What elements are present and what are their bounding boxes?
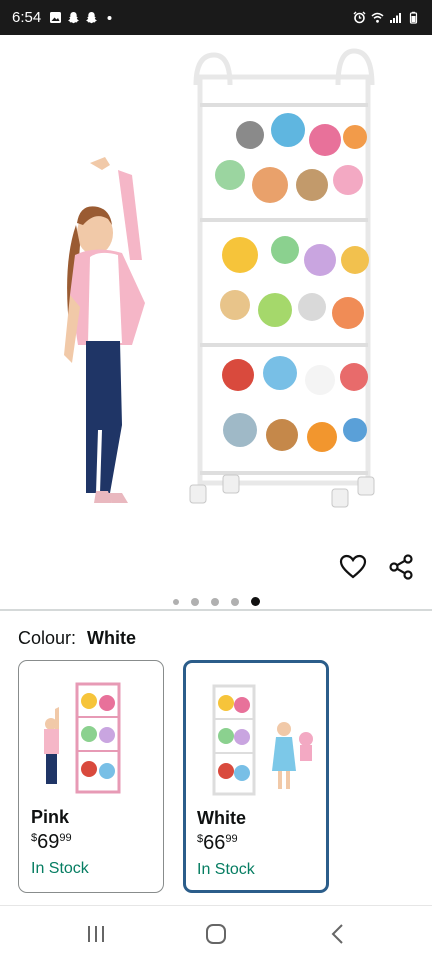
colour-selection-label: Colour: White <box>18 628 136 649</box>
carousel-dot[interactable] <box>191 597 199 606</box>
signal-icon <box>390 13 401 23</box>
status-time: 6:54 <box>12 9 42 26</box>
cart-wheels <box>189 474 375 508</box>
colour-selected-value: White <box>87 628 137 648</box>
status-bar: 6:54 <box>0 0 432 35</box>
share-icon[interactable] <box>387 553 415 581</box>
variation-price: $6999 <box>31 831 72 854</box>
snapchat-icon <box>68 12 80 24</box>
gallery-icon <box>50 12 62 23</box>
wifi-icon <box>371 12 384 23</box>
battery-icon <box>409 11 418 24</box>
section-divider <box>0 609 432 611</box>
variation-card-white[interactable]: White $6699 In Stock <box>183 660 329 893</box>
stock-status: In Stock <box>197 861 255 878</box>
recents-icon[interactable] <box>83 921 109 947</box>
girl-figure <box>272 722 313 789</box>
home-icon[interactable] <box>203 921 229 947</box>
status-icons-left <box>49 11 116 24</box>
pink-cart-thumbnail <box>44 682 121 794</box>
price-whole: 66 <box>203 832 226 854</box>
variation-card-pink[interactable]: Pink $6999 In Stock <box>18 660 164 893</box>
carousel-dot[interactable] <box>173 598 179 605</box>
stock-status: In Stock <box>31 860 89 877</box>
variation-name: White <box>197 808 246 828</box>
colour-label: Colour: <box>18 628 77 648</box>
carousel-dot[interactable] <box>211 597 219 606</box>
cart-frame <box>212 684 256 796</box>
alarm-icon <box>353 11 366 24</box>
toy-storage-cart-icon[interactable] <box>50 45 380 545</box>
back-icon[interactable] <box>325 921 351 947</box>
price-whole: 69 <box>37 831 60 853</box>
plush-toys <box>215 113 369 452</box>
price-fraction: 99 <box>225 833 238 845</box>
price-fraction: 99 <box>59 832 72 844</box>
android-nav-bar <box>0 905 432 960</box>
carousel-dots <box>173 597 260 606</box>
carousel-dot[interactable] <box>231 597 239 606</box>
carousel-dot-active[interactable] <box>251 597 260 606</box>
variation-name: Pink <box>31 807 70 827</box>
product-image-area[interactable] <box>0 35 432 610</box>
snapchat-icon <box>86 12 98 24</box>
girl-figure <box>44 707 59 784</box>
dot-icon <box>107 16 112 20</box>
status-icons-right <box>353 11 420 24</box>
heart-icon[interactable] <box>339 554 367 580</box>
white-cart-thumbnail <box>212 684 313 796</box>
cart-frame <box>75 682 121 794</box>
girl-figure <box>64 157 145 503</box>
variation-price: $6699 <box>197 832 238 855</box>
